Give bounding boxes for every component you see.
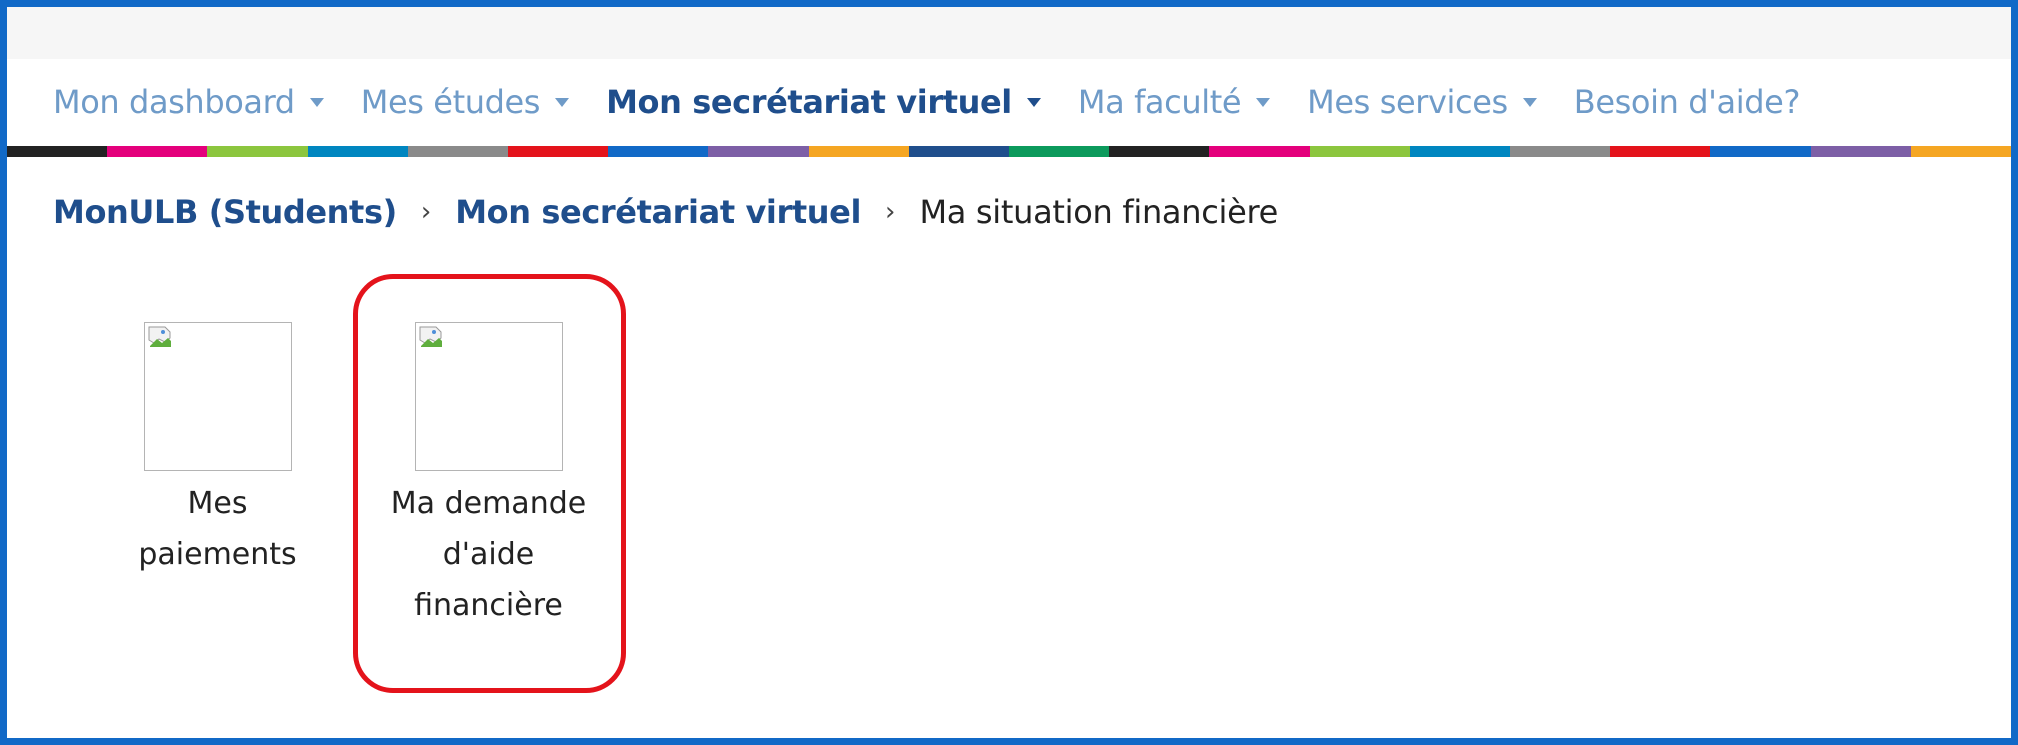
- tile-ma-demande-d-aide-financiere[interactable]: Ma demande d'aide financière: [366, 322, 611, 631]
- nav-mon-secretariat-virtuel[interactable]: Mon secrétariat virtuel: [606, 83, 1041, 121]
- nav-menu: Mon dashboard Mes études Mon secrétariat…: [53, 83, 1837, 121]
- color-stripe-segment: [1510, 146, 1611, 157]
- chevron-down-icon: [1256, 97, 1271, 107]
- chevron-down-icon: [555, 97, 570, 107]
- nav-mon-dashboard-label: Mon dashboard: [53, 83, 295, 121]
- color-stripe-segment: [1209, 146, 1310, 157]
- color-stripe-segment: [1309, 146, 1410, 157]
- color-stripe-segment: [1409, 146, 1511, 157]
- color-stripe-segment: [1710, 146, 1811, 157]
- tile-label-line: Ma demande: [390, 486, 587, 521]
- color-stripe-segment: [1610, 146, 1711, 157]
- nav-ma-faculte-label: Ma faculté: [1077, 83, 1242, 121]
- nav-mes-services-label: Mes services: [1307, 83, 1508, 121]
- tile-label-line: financière: [414, 588, 563, 623]
- breadcrumb-separator-icon: ›: [885, 197, 896, 227]
- nav-besoin-d-aide-label: Besoin d'aide?: [1573, 83, 1801, 121]
- color-stripe-segment: [107, 146, 208, 157]
- nav-mes-etudes[interactable]: Mes études: [360, 83, 570, 121]
- tile-ma-demande-label: Ma demande d'aide financière: [366, 478, 611, 631]
- nav-mon-secretariat-virtuel-label: Mon secrétariat virtuel: [606, 83, 1012, 121]
- broken-image-icon[interactable]: [143, 322, 292, 471]
- color-stripe-segment: [1910, 146, 2011, 157]
- breadcrumb-separator-icon: ›: [420, 197, 432, 227]
- color-stripe-segment: [1109, 146, 1210, 157]
- color-stripe-segment: [307, 146, 408, 157]
- nav-mon-dashboard[interactable]: Mon dashboard: [53, 83, 324, 121]
- broken-image-icon[interactable]: [414, 322, 563, 471]
- screenshot-frame: Mon dashboard Mes études Mon secrétariat…: [0, 0, 2018, 745]
- nav-mes-services[interactable]: Mes services: [1307, 83, 1537, 121]
- color-stripe-segment: [708, 146, 809, 157]
- chevron-down-icon: [1522, 97, 1537, 107]
- color-stripe-segment: [508, 146, 609, 157]
- nav-mes-etudes-label: Mes études: [360, 83, 541, 121]
- nav-ma-faculte[interactable]: Ma faculté: [1077, 83, 1271, 121]
- breadcrumb-root-link[interactable]: MonULB (Students): [53, 193, 397, 231]
- nav-besoin-d-aide[interactable]: Besoin d'aide?: [1573, 83, 1801, 121]
- tile-mes-paiements-label: Mes paiements: [115, 478, 320, 580]
- color-stripe-segment: [608, 146, 709, 157]
- color-stripe-segment: [407, 146, 509, 157]
- main-navbar: Mon dashboard Mes études Mon secrétariat…: [7, 59, 2011, 147]
- color-stripe-segment: [207, 146, 308, 157]
- color-stripe-segment: [7, 146, 108, 157]
- top-strip: [7, 7, 2011, 59]
- color-stripe-segment: [1810, 146, 1911, 157]
- tile-mes-paiements[interactable]: Mes paiements: [115, 322, 320, 580]
- chevron-down-icon: [1026, 97, 1041, 107]
- tile-label-line: d'aide: [442, 537, 535, 572]
- breadcrumb-current-page: Ma situation financière: [919, 193, 1279, 231]
- breadcrumb-section-link[interactable]: Mon secrétariat virtuel: [455, 193, 861, 231]
- color-stripe-segment: [908, 146, 1010, 157]
- color-stripe-segment: [1009, 146, 1110, 157]
- color-stripe-divider: [7, 146, 2011, 157]
- breadcrumb: MonULB (Students) › Mon secrétariat virt…: [53, 193, 1278, 231]
- tile-label-line: paiements: [138, 537, 297, 572]
- chevron-down-icon: [309, 97, 324, 107]
- tile-label-line: Mes: [187, 486, 248, 521]
- color-stripe-segment: [808, 146, 909, 157]
